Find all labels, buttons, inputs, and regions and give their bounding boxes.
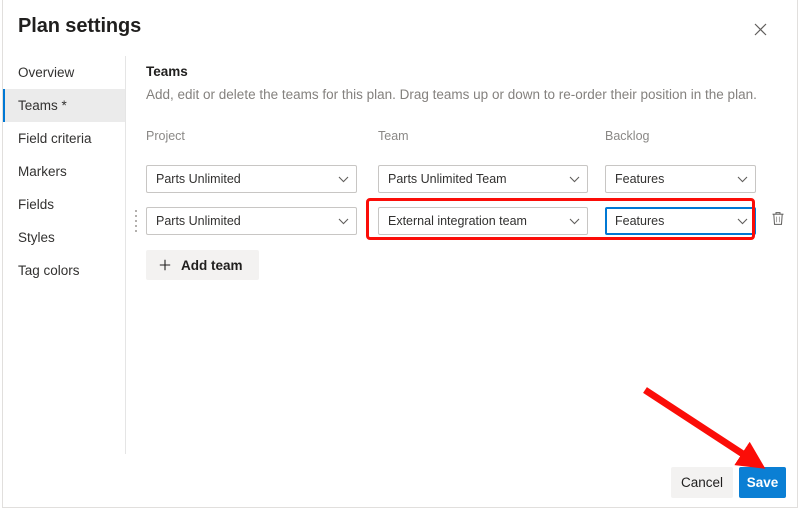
- chevron-down-icon: [569, 218, 580, 225]
- sidebar-item-fields[interactable]: Fields: [3, 188, 125, 221]
- column-header-team: Team: [378, 129, 409, 143]
- team-dropdown-value: Parts Unlimited Team: [388, 172, 507, 186]
- column-header-project: Project: [146, 129, 185, 143]
- sidebar: Overview Teams * Field criteria Markers …: [3, 56, 126, 454]
- main-panel: Teams Add, edit or delete the teams for …: [126, 56, 797, 454]
- project-dropdown[interactable]: Parts Unlimited: [146, 207, 357, 235]
- team-dropdown[interactable]: External integration team: [378, 207, 588, 235]
- project-dropdown-value: Parts Unlimited: [156, 214, 241, 228]
- close-button[interactable]: [745, 14, 775, 44]
- sidebar-item-label: Markers: [18, 164, 67, 179]
- project-dropdown-value: Parts Unlimited: [156, 172, 241, 186]
- team-dropdown-value: External integration team: [388, 214, 527, 228]
- sidebar-item-markers[interactable]: Markers: [3, 155, 125, 188]
- sidebar-item-field-criteria[interactable]: Field criteria: [3, 122, 125, 155]
- sidebar-item-teams[interactable]: Teams *: [3, 89, 125, 122]
- dialog-footer: Cancel Save: [3, 454, 797, 507]
- plus-icon: [159, 259, 171, 271]
- sidebar-item-label: Overview: [18, 65, 75, 80]
- close-icon: [754, 23, 767, 36]
- sidebar-item-label: Tag colors: [18, 263, 80, 278]
- sidebar-item-label: Styles: [18, 230, 55, 245]
- cancel-button[interactable]: Cancel: [671, 467, 733, 498]
- sidebar-item-label: Teams *: [18, 98, 67, 113]
- trash-icon: [771, 211, 785, 231]
- sidebar-item-styles[interactable]: Styles: [3, 221, 125, 254]
- chevron-down-icon: [737, 218, 748, 225]
- drag-handle-icon[interactable]: [135, 210, 139, 232]
- column-header-backlog: Backlog: [605, 129, 650, 143]
- sidebar-item-label: Field criteria: [18, 131, 92, 146]
- sidebar-item-overview[interactable]: Overview: [3, 56, 125, 89]
- section-title: Teams: [146, 64, 188, 79]
- section-description: Add, edit or delete the teams for this p…: [146, 87, 757, 102]
- add-team-label: Add team: [181, 257, 243, 273]
- chevron-down-icon: [569, 176, 580, 183]
- sidebar-item-label: Fields: [18, 197, 55, 212]
- project-dropdown[interactable]: Parts Unlimited: [146, 165, 357, 193]
- chevron-down-icon: [737, 176, 748, 183]
- plan-settings-dialog: Plan settings Overview Teams * Field cri…: [2, 0, 798, 508]
- chevron-down-icon: [338, 218, 349, 225]
- delete-team-button[interactable]: [765, 208, 791, 234]
- backlog-dropdown[interactable]: Features: [605, 207, 756, 235]
- chevron-down-icon: [338, 176, 349, 183]
- dialog-header: Plan settings: [3, 0, 797, 56]
- backlog-dropdown-value: Features: [615, 214, 665, 228]
- add-team-button[interactable]: Add team: [146, 250, 259, 280]
- backlog-dropdown[interactable]: Features: [605, 165, 756, 193]
- backlog-dropdown-value: Features: [615, 172, 665, 186]
- sidebar-item-tag-colors[interactable]: Tag colors: [3, 254, 125, 287]
- page-title: Plan settings: [18, 15, 142, 37]
- save-button[interactable]: Save: [739, 467, 786, 498]
- team-dropdown[interactable]: Parts Unlimited Team: [378, 165, 588, 193]
